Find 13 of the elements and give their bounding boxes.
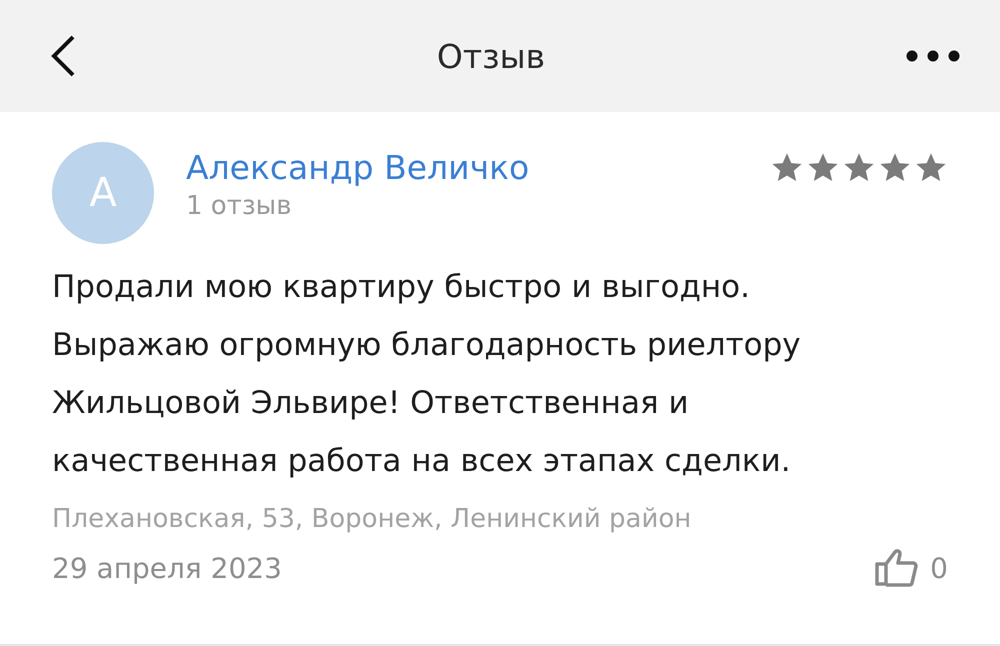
review-count: 1 отзыв — [186, 191, 293, 221]
screen-title: Отзыв — [436, 36, 546, 76]
author-name[interactable]: Александр Величко — [186, 148, 738, 187]
review-text: Продали мою квартиру быстро и выгодно. Выражаю огромную благодарность риелтору Жильцовой Эльвире! Ответственная и качественная работа на всех этапах сделки. — [52, 268, 802, 481]
back-icon — [50, 35, 76, 77]
more-button[interactable] — [906, 50, 960, 62]
back-button[interactable] — [50, 35, 76, 77]
address: Плехановская, 53, Воронеж, Ленинский район — [52, 504, 692, 534]
review-date: 29 апреля 2023 — [52, 552, 282, 584]
like-button[interactable]: 0 — [874, 548, 948, 588]
thumbs-up-icon — [874, 548, 920, 588]
avatar: А — [52, 142, 154, 244]
more-icon — [906, 50, 960, 62]
